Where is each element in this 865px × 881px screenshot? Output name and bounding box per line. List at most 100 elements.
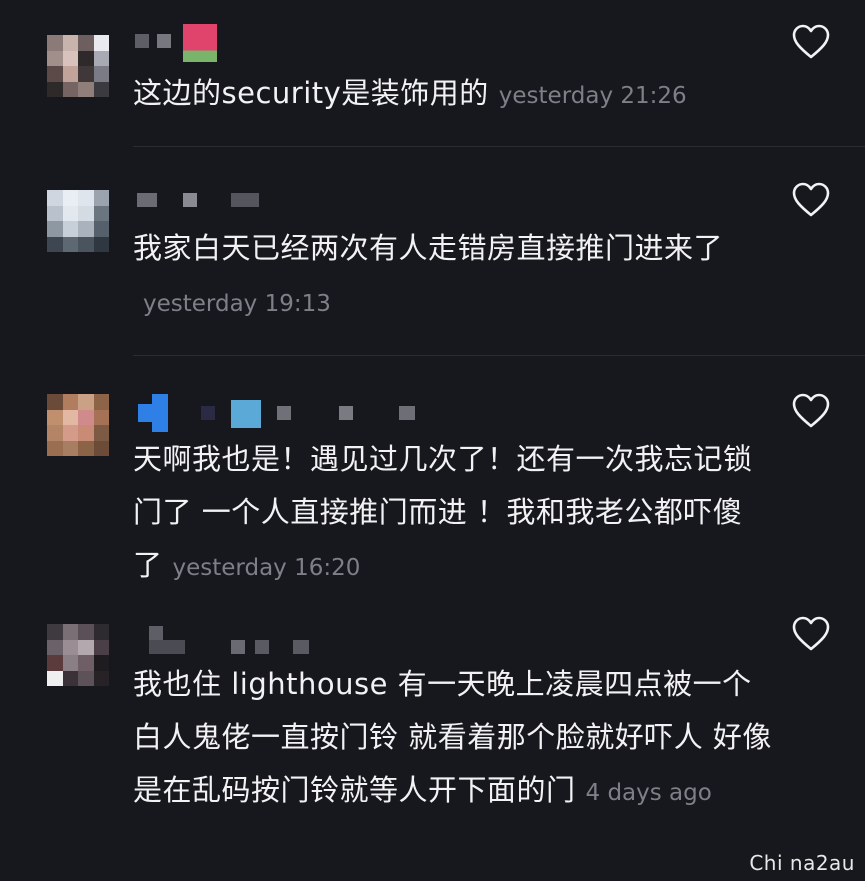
avatar-pixel [47,655,63,671]
heart-outline-icon [792,616,830,651]
avatar-pixel [78,221,94,237]
avatar-pixel [78,236,94,252]
avatar-pixel [47,624,63,640]
comment-body: 我家白天已经两次有人走错房直接推门进来了 [133,231,724,265]
name-pixel [339,406,353,420]
avatar-pixel [78,624,94,640]
avatar-pixel [93,35,109,51]
avatar-pixel [62,670,78,686]
comment-body: 这边的security是装饰用的 [133,76,489,110]
name-pixel [255,640,269,654]
name-pixel [152,394,168,432]
heart-outline-icon [792,393,830,428]
username-censored[interactable] [135,22,225,62]
avatar-pixel [62,624,78,640]
avatar-pixel [78,81,94,97]
avatar-pixel [93,655,109,671]
username-censored[interactable] [135,189,275,211]
avatar-pixel [78,205,94,221]
avatar-pixel [47,394,63,410]
avatar-pixel [62,409,78,425]
comment-item: 我也住 lighthouse 有一天晚上凌晨四点被一个白人鬼佬一直按门铃 就看着… [0,604,865,881]
avatar-pixel [93,440,109,456]
avatar-pixel [47,440,63,456]
avatar-pixel [62,394,78,410]
comment-item: 这边的security是装饰用的 yesterday 21:26 [0,0,865,146]
like-button[interactable] [792,616,830,652]
avatar-pixel [78,639,94,655]
avatar-pixel [93,190,109,206]
avatar-pixel [93,639,109,655]
avatar-pixel [62,236,78,252]
heart-outline-icon [792,24,830,59]
avatar-pixel [47,639,63,655]
name-pixel [149,640,185,654]
name-pixel [231,400,261,428]
name-pixel [183,193,197,207]
avatar-pixel [62,205,78,221]
avatar-pixel [93,624,109,640]
like-button[interactable] [792,24,830,60]
name-pixel [157,34,171,48]
avatar-pixel [62,66,78,82]
avatar-pixel [93,81,109,97]
avatar-pixel [93,394,109,410]
avatar-pixel [93,409,109,425]
name-pixel [399,406,415,420]
watermark: Chi na2au [749,851,855,875]
name-pixel [137,193,157,207]
avatar-pixel [62,81,78,97]
avatar[interactable] [47,624,109,686]
avatar-pixel [78,440,94,456]
avatar[interactable] [47,35,109,97]
name-pixel [138,404,152,422]
avatar-pixel [62,35,78,51]
comment-timestamp: 4 days ago [585,780,712,806]
avatar-pixel [62,440,78,456]
avatar-pixel [47,409,63,425]
avatar-pixel [93,236,109,252]
heart-outline-icon [792,182,830,217]
avatar-pixel [78,66,94,82]
avatar-pixel [47,236,63,252]
avatar-pixel [47,205,63,221]
avatar-pixel [93,670,109,686]
avatar-pixel [78,670,94,686]
avatar-pixel [78,409,94,425]
avatar-pixel [47,425,63,441]
name-pixel [231,193,259,207]
comment-text: 我也住 lighthouse 有一天晚上凌晨四点被一个白人鬼佬一直按门铃 就看着… [133,658,773,820]
avatar-pixel [47,81,63,97]
comment-item: 天啊我也是！遇见过几次了！还有一次我忘记锁门了 一个人直接推门而进 ！我和我老公… [0,356,865,604]
avatar-pixel [47,221,63,237]
comment-text: 这边的security是装饰用的 yesterday 21:26 [133,67,773,123]
name-pixel [277,406,291,420]
username-censored[interactable] [135,626,325,654]
avatar-pixel [78,394,94,410]
name-pixel [183,24,217,62]
comment-timestamp: yesterday 16:20 [172,555,361,581]
username-censored[interactable] [135,394,425,432]
avatar-pixel [62,425,78,441]
avatar-pixel [78,425,94,441]
avatar-pixel [62,221,78,237]
comment-text: 我家白天已经两次有人走错房直接推门进来了 yesterday 19:13 [133,222,733,331]
avatar-pixel [78,655,94,671]
avatar[interactable] [47,394,109,456]
comment-timestamp: yesterday 19:13 [143,291,331,317]
like-button[interactable] [792,393,830,429]
avatar-pixel [78,35,94,51]
avatar-pixel [47,670,63,686]
like-button[interactable] [792,182,830,218]
avatar-pixel [62,190,78,206]
name-pixel [135,34,149,48]
avatar-pixel [93,205,109,221]
avatar-pixel [62,639,78,655]
avatar[interactable] [47,190,109,252]
avatar-pixel [78,50,94,66]
avatar-pixel [47,66,63,82]
avatar-pixel [93,425,109,441]
avatar-pixel [93,66,109,82]
avatar-pixel [93,50,109,66]
comment-timestamp: yesterday 21:26 [498,83,687,109]
